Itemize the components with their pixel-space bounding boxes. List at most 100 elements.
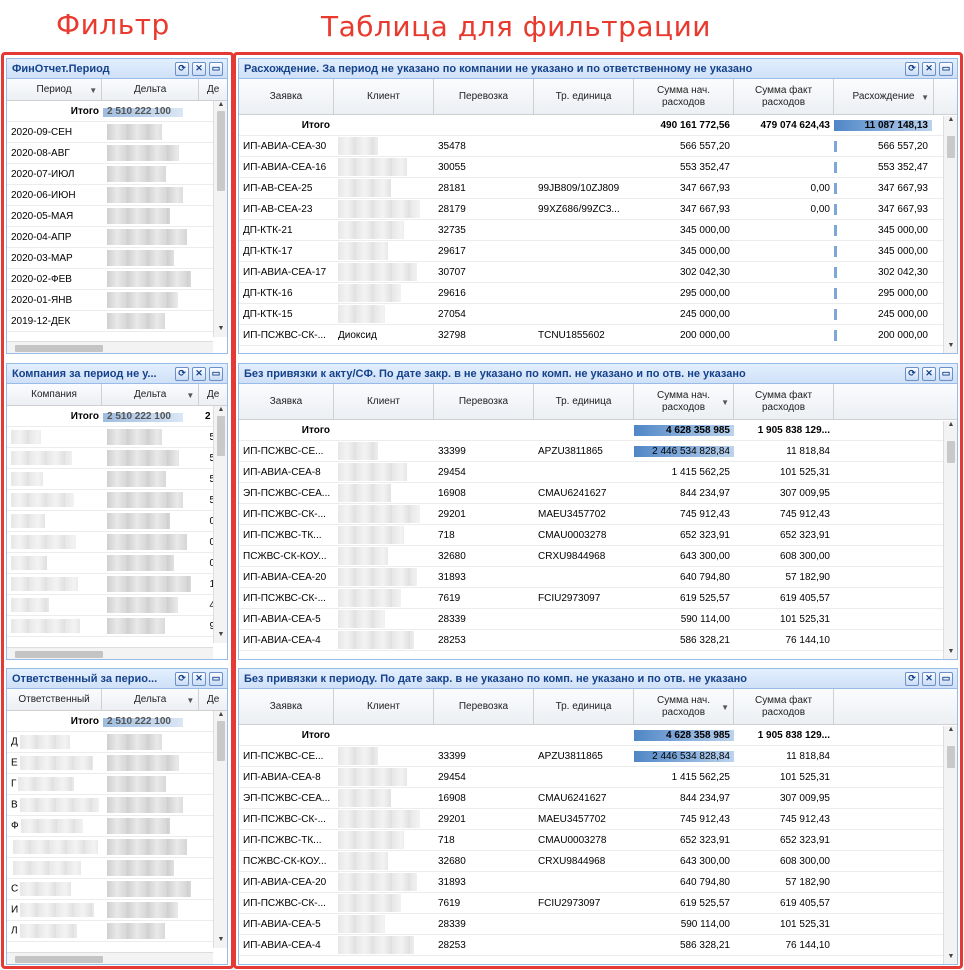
column-header[interactable]: Дельта [102,79,200,100]
scroll-down-arrow-icon[interactable]: ▼ [214,936,227,948]
column-header[interactable]: Период ▼ [7,79,103,100]
scroll-thumb[interactable] [217,111,225,191]
sort-arrow-icon[interactable]: ▼ [721,397,729,409]
table-row[interactable]: Г [7,774,227,795]
table-row[interactable]: ИП-АВИА-СЕА-5 28339 590 114,00 101 525,3… [239,609,957,630]
table-row[interactable]: 4 [7,595,227,616]
scroll-down-arrow-icon[interactable]: ▼ [944,648,957,659]
hscroll-thumb[interactable] [15,345,103,352]
scroll-thumb[interactable] [217,416,225,456]
refresh-icon[interactable]: ⟳ [175,366,189,381]
column-header[interactable]: Тр. единица [534,79,634,114]
column-header[interactable]: Сумма нач. расходов ▼ [634,689,734,724]
refresh-icon[interactable]: ⟳ [905,61,919,76]
hscroll-thumb[interactable] [15,651,103,658]
table-row[interactable]: ПСЖВС-СК-КОУ... 32680 CRXU9844968 643 300… [239,546,957,567]
export-excel-icon[interactable]: ✕ [192,366,206,381]
column-header[interactable]: Де [199,79,227,100]
scroll-up-arrow-icon[interactable]: ▲ [944,726,957,738]
column-header[interactable]: Клиент [334,384,434,419]
maximize-icon[interactable]: ▭ [939,366,953,381]
table-row[interactable]: Л [7,921,227,942]
column-header[interactable]: Сумма факт расходов [734,79,834,114]
table-row[interactable]: 9 [7,616,227,637]
table-row[interactable]: ИП-ПСЖВС-СК-... Диоксид 32798 TCNU185560… [239,325,957,346]
column-header[interactable]: Сумма нач. расходов [634,79,734,114]
horizontal-scrollbar[interactable] [7,341,213,353]
column-header[interactable]: Сумма нач. расходов ▼ [634,384,734,419]
table-row[interactable]: С [7,879,227,900]
scroll-thumb[interactable] [947,136,955,158]
sort-arrow-icon[interactable]: ▼ [721,702,729,714]
table-row[interactable]: ИП-ПСЖВС-СК-... 7619 FCIU2973097 619 525,… [239,893,957,914]
table-row[interactable]: ИП-АВИА-СЕА-4 28253 586 328,21 76 144,10 [239,630,957,651]
vertical-scrollbar[interactable]: ▲ ▼ [943,421,957,659]
table-row[interactable]: 5 [7,427,227,448]
refresh-icon[interactable]: ⟳ [905,366,919,381]
column-header[interactable]: Клиент [334,689,434,724]
maximize-icon[interactable]: ▭ [939,61,953,76]
maximize-icon[interactable]: ▭ [209,366,223,381]
table-row[interactable]: Ф [7,816,227,837]
scroll-thumb[interactable] [947,746,955,768]
table-row[interactable]: 5 [7,490,227,511]
table-row[interactable]: ЭП-ПСЖВС-СЕА... 16908 CMAU6241627 844 234… [239,483,957,504]
vertical-scrollbar[interactable]: ▲ ▼ [213,711,227,948]
table-row[interactable]: ДП-КТК-16 29616 295 000,00 295 000,00 [239,283,957,304]
column-header[interactable]: Ответственный [7,689,103,710]
table-row[interactable]: ИП-АВИА-СЕА-5 28339 590 114,00 101 525,3… [239,914,957,935]
table-row[interactable]: ДП-КТК-21 32735 345 000,00 345 000,00 [239,220,957,241]
table-row[interactable]: ИП-ПСЖВС-СЕ... 33399 APZU3811865 2 446 53… [239,441,957,462]
table-row[interactable]: 2020-09-СЕН [7,122,227,143]
table-row[interactable]: 0 [7,532,227,553]
column-header[interactable]: Компания [7,384,103,405]
refresh-icon[interactable]: ⟳ [175,671,189,686]
scroll-up-arrow-icon[interactable]: ▲ [944,116,957,128]
table-row[interactable]: ИП-АВИА-СЕА-17 30707 302 042,30 302 042,… [239,262,957,283]
export-excel-icon[interactable]: ✕ [922,366,936,381]
vertical-scrollbar[interactable]: ▲ ▼ [213,406,227,643]
table-row[interactable]: 0 [7,553,227,574]
table-row[interactable]: И [7,900,227,921]
column-header[interactable]: Клиент [334,79,434,114]
table-row[interactable]: ИП-ПСЖВС-ТК... 718 CMAU0003278 652 323,91… [239,830,957,851]
table-row[interactable]: ИП-АВИА-СЕА-4 28253 586 328,21 76 144,10 [239,935,957,956]
sort-arrow-icon[interactable]: ▼ [186,390,194,402]
table-row[interactable]: ИП-ПСЖВС-СК-... 29201 MAEU3457702 745 912… [239,504,957,525]
table-row[interactable] [7,837,227,858]
table-row[interactable]: ИП-АВИА-СЕА-16 30055 553 352,47 553 352,… [239,157,957,178]
table-row[interactable]: Е [7,753,227,774]
table-row[interactable]: 2020-05-МАЯ [7,206,227,227]
column-header[interactable]: Перевозка [434,79,534,114]
export-excel-icon[interactable]: ✕ [192,61,206,76]
table-row[interactable]: 2020-06-ИЮН [7,185,227,206]
table-row[interactable]: ИП-АВИА-СЕА-20 31893 640 794,80 57 182,9… [239,567,957,588]
column-header[interactable]: Де [199,384,227,405]
column-header[interactable]: Расхождение ▼ [834,79,934,114]
horizontal-scrollbar[interactable] [7,952,213,964]
export-excel-icon[interactable]: ✕ [922,671,936,686]
table-row[interactable]: ИП-АВИА-СЕА-30 35478 566 557,20 566 557,… [239,136,957,157]
vertical-scrollbar[interactable]: ▲ ▼ [943,726,957,964]
table-row[interactable]: ИП-ПСЖВС-СЕ... 33399 APZU3811865 2 446 53… [239,746,957,767]
column-header[interactable]: Дельта ▼ [102,384,200,405]
table-row[interactable]: ИП-АВИА-СЕА-8 29454 1 415 562,25 101 525… [239,462,957,483]
column-header[interactable]: Заявка [239,689,334,724]
sort-arrow-icon[interactable]: ▼ [186,695,194,707]
table-row[interactable]: ИП-ПСЖВС-ТК... 718 CMAU0003278 652 323,91… [239,525,957,546]
column-header[interactable]: Тр. единица [534,384,634,419]
table-row[interactable]: 0 [7,511,227,532]
table-row[interactable]: 2020-03-МАР [7,248,227,269]
export-excel-icon[interactable]: ✕ [192,671,206,686]
scroll-down-arrow-icon[interactable]: ▼ [944,342,957,353]
scroll-thumb[interactable] [217,721,225,761]
column-header[interactable]: Сумма факт расходов [734,689,834,724]
table-row[interactable]: 5 [7,448,227,469]
table-row[interactable]: ДП-КТК-17 29617 345 000,00 345 000,00 [239,241,957,262]
scroll-down-arrow-icon[interactable]: ▼ [214,325,227,337]
table-row[interactable]: 1 [7,574,227,595]
hscroll-thumb[interactable] [15,956,103,963]
table-row[interactable]: ЭП-ПСЖВС-СЕА... 16908 CMAU6241627 844 234… [239,788,957,809]
table-row[interactable]: ИП-АВ-СЕА-25 28181 99JB809/10ZJ809 347 66… [239,178,957,199]
sort-arrow-icon[interactable]: ▼ [921,92,929,104]
